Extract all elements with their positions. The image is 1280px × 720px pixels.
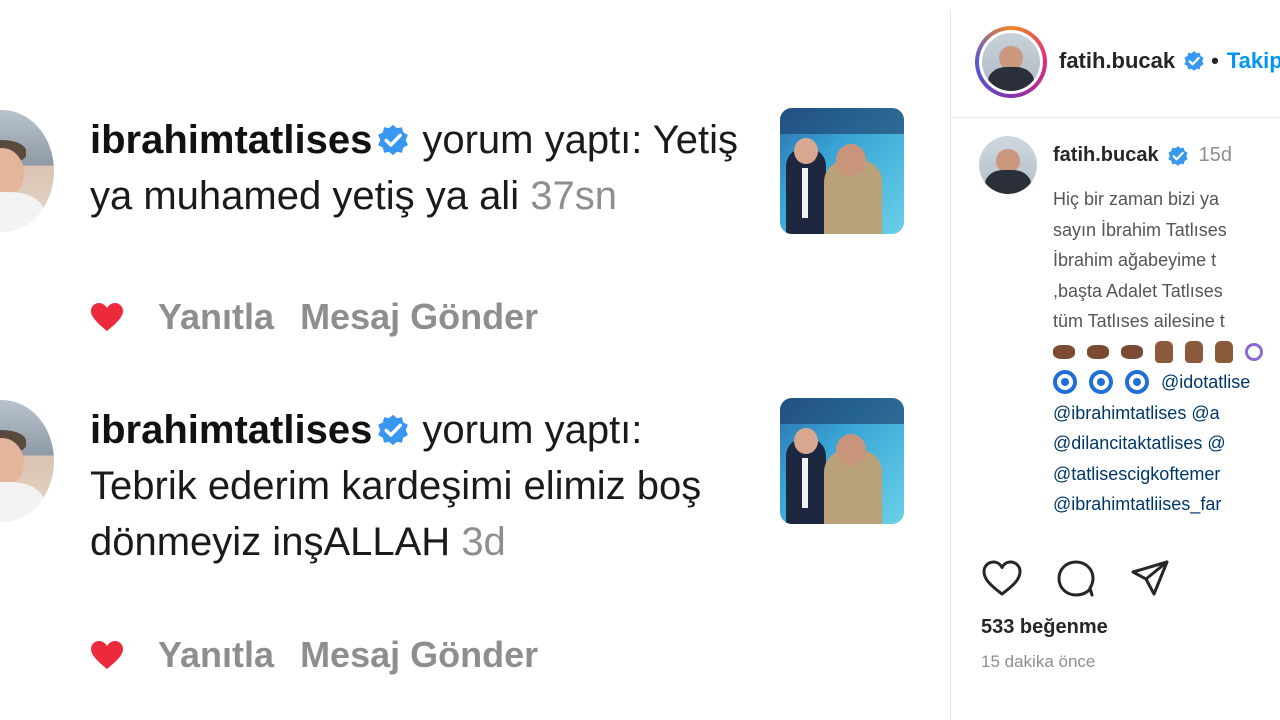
post-author-username[interactable]: fatih.bucak <box>1059 48 1175 74</box>
send-message-button[interactable]: Mesaj Gönder <box>300 634 538 676</box>
activity-feed: ibrahimtatlises yorum yaptı: Yetiş ya muh… <box>0 0 940 720</box>
mention-link[interactable]: @ibrahimtatlises @a <box>1053 398 1280 429</box>
heart-icon[interactable] <box>981 558 1023 598</box>
caption-line: tüm Tatlıses ailesine t <box>1053 311 1225 331</box>
eyes-emoji-icon <box>1087 344 1109 359</box>
notification-time: 37sn <box>530 174 617 218</box>
heart-icon[interactable] <box>90 640 124 670</box>
nazar-emoji-icon <box>1125 370 1149 395</box>
avatar[interactable] <box>0 400 54 522</box>
avatar[interactable] <box>0 110 54 232</box>
notification-username[interactable]: ibrahimtatlises <box>90 118 372 162</box>
emoji-row <box>1053 337 1280 368</box>
avatar[interactable] <box>982 33 1040 91</box>
notification-action: yorum yaptı: <box>422 118 643 162</box>
caption-username[interactable]: fatih.bucak <box>1053 144 1159 167</box>
notification-username[interactable]: ibrahimtatlises <box>90 408 372 452</box>
caption-time: 15d <box>1198 144 1232 166</box>
caption-header: fatih.bucak 15d <box>1053 144 1232 167</box>
verified-badge-icon <box>378 414 409 446</box>
emoji-mention-row: @idotatlise <box>1053 367 1280 398</box>
story-ring[interactable] <box>975 26 1047 98</box>
avatar[interactable] <box>979 136 1037 194</box>
post-actions <box>981 558 1171 598</box>
mention-link[interactable]: @ibrahimtatliises_far <box>1053 489 1280 520</box>
verified-badge-icon <box>378 124 409 156</box>
eyes-emoji-icon <box>1121 344 1143 359</box>
notification-time: 3d <box>461 520 506 564</box>
send-icon[interactable] <box>1129 558 1171 598</box>
notification-actions: Yanıtla Mesaj Gönder <box>90 634 538 676</box>
notification-comment: Tebrik ederim kardeşimi elimiz boş dönme… <box>90 464 702 564</box>
thumbs-up-emoji-icon <box>1155 340 1173 363</box>
post-timestamp: 15 dakika önce <box>981 652 1096 671</box>
caption-line: ,başta Adalet Tatlıses <box>1053 280 1223 301</box>
notification-action: yorum yaptı: <box>422 408 643 452</box>
nazar-emoji-icon <box>1053 370 1077 395</box>
post-header: fatih.bucak • Takip <box>951 10 1280 118</box>
separator: • <box>1211 48 1219 73</box>
reply-button[interactable]: Yanıtla <box>158 634 274 676</box>
reply-button[interactable]: Yanıtla <box>158 296 274 338</box>
verified-badge-icon <box>1184 51 1204 71</box>
post-author: fatih.bucak • Takip <box>1059 48 1280 74</box>
like-count[interactable]: 533 beğenme <box>981 616 1108 639</box>
comment-icon[interactable] <box>1055 558 1097 598</box>
notification-text: ibrahimtatlises yorum yaptı: Tebrik ederi… <box>90 402 750 570</box>
follow-button[interactable]: Takip <box>1227 48 1280 74</box>
caption-line: Hiç bir zaman bizi ya <box>1053 189 1220 209</box>
mention-link[interactable]: @dilancitaktatlises @ <box>1053 428 1280 459</box>
caption-line: İbrahim ağabeyime t <box>1053 250 1217 270</box>
caption-text: Hiç bir zaman bizi ya sayın İbrahim Tatl… <box>1053 184 1280 520</box>
thumbs-up-emoji-icon <box>1185 340 1203 363</box>
mention-link[interactable]: @tatlisescigkoftemer <box>1053 459 1280 490</box>
purple-emoji-icon <box>1245 342 1263 361</box>
mention-link[interactable]: @idotatlise <box>1161 367 1250 398</box>
thumbs-up-emoji-icon <box>1215 340 1233 363</box>
notification-text: ibrahimtatlises yorum yaptı: Yetiş ya muh… <box>90 112 750 224</box>
post-panel: fatih.bucak • Takip fatih.bucak 15d Hiç … <box>950 10 1280 720</box>
verified-badge-icon <box>1167 145 1188 166</box>
heart-icon[interactable] <box>90 302 124 332</box>
caption-line: sayın İbrahim Tatlıses <box>1053 219 1227 240</box>
post-thumbnail[interactable] <box>780 108 904 234</box>
post-thumbnail[interactable] <box>780 398 904 524</box>
nazar-emoji-icon <box>1089 370 1113 395</box>
eyes-emoji-icon <box>1053 344 1075 359</box>
notification-actions: Yanıtla Mesaj Gönder <box>90 296 538 338</box>
send-message-button[interactable]: Mesaj Gönder <box>300 296 538 338</box>
